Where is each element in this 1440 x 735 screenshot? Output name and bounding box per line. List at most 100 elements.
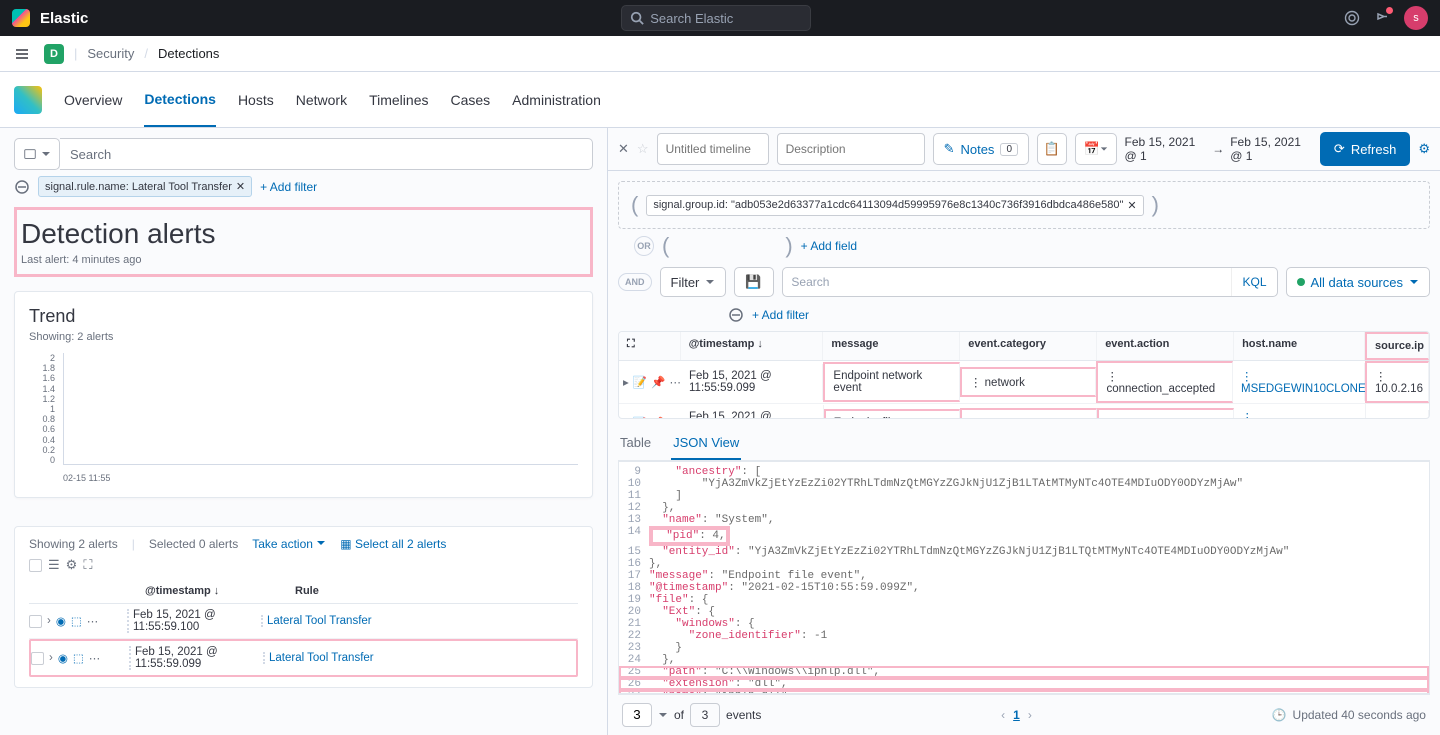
event-host-link[interactable]: ⋮ MSEDGEWIN10CLONE bbox=[1234, 404, 1366, 418]
col-action[interactable]: event.action bbox=[1097, 332, 1234, 360]
of-label: of bbox=[674, 708, 684, 722]
tab-administration[interactable]: Administration bbox=[512, 74, 601, 126]
pin-icon[interactable]: 📌 bbox=[651, 375, 665, 389]
analyze-icon[interactable]: ◉ bbox=[56, 614, 66, 628]
space-selector[interactable]: D bbox=[44, 44, 64, 64]
fullscreen-icon[interactable]: ⛶ bbox=[83, 557, 92, 573]
tab-network[interactable]: Network bbox=[296, 74, 347, 126]
event-row[interactable]: ▸📝📌⋯Feb 15, 2021 @ 11:55:59.099Endpoint … bbox=[619, 361, 1429, 404]
investigate-icon[interactable]: ⬚ bbox=[71, 614, 82, 628]
add-field-link[interactable]: + Add field bbox=[801, 239, 857, 253]
event-action: ⋮ creation bbox=[1097, 408, 1234, 418]
tab-timelines[interactable]: Timelines bbox=[369, 74, 428, 126]
filter-pill-rulename[interactable]: signal.rule.name: Lateral Tool Transfer✕ bbox=[38, 176, 252, 197]
close-icon[interactable]: ✕ bbox=[236, 180, 245, 193]
filter-dropdown[interactable]: Filter bbox=[660, 267, 727, 297]
add-filter-link[interactable]: + Add filter bbox=[260, 180, 317, 194]
refresh-button[interactable]: ⟳ Refresh bbox=[1320, 132, 1410, 166]
json-viewer[interactable]: 9 "ancestry": [10 "YjA3ZmVkZjEtYzEzZi02Y… bbox=[618, 461, 1430, 694]
query-pill-signal-group[interactable]: signal.group.id: "adb053e2d63377a1cdc641… bbox=[646, 195, 1143, 216]
tab-detections[interactable]: Detections bbox=[144, 73, 216, 127]
date-picker-toggle[interactable]: 📅 bbox=[1075, 133, 1117, 165]
view-tab-json[interactable]: JSON View bbox=[671, 427, 741, 460]
alert-row[interactable]: ›◉⬚⋯Feb 15, 2021 @ 11:55:59.100Lateral T… bbox=[29, 604, 578, 639]
take-action-dropdown[interactable]: Take action bbox=[252, 537, 326, 551]
data-sources-button[interactable]: All data sources bbox=[1286, 267, 1431, 297]
global-header: Elastic Search Elastic s bbox=[0, 0, 1440, 36]
filter-options-icon[interactable] bbox=[728, 307, 744, 323]
pager-next[interactable]: › bbox=[1028, 708, 1032, 722]
col-timestamp[interactable]: @timestamp ↓ bbox=[681, 332, 824, 360]
search-options-dropdown[interactable] bbox=[14, 138, 60, 170]
col-sourceip[interactable]: source.ip bbox=[1365, 332, 1429, 360]
pager-prev[interactable]: ‹ bbox=[1001, 708, 1005, 722]
nav-toggle-icon[interactable] bbox=[10, 42, 34, 66]
global-search[interactable]: Search Elastic bbox=[621, 5, 811, 31]
alert-rule-link[interactable]: Lateral Tool Transfer bbox=[261, 615, 372, 627]
event-row[interactable]: ▸📝📌⋯Feb 15, 2021 @ 11:55:59.099Endpoint … bbox=[619, 404, 1429, 418]
kql-search-input[interactable]: Search KQL bbox=[782, 267, 1277, 297]
close-icon[interactable]: ✕ bbox=[1127, 199, 1136, 212]
filter-options-icon[interactable] bbox=[14, 179, 30, 195]
view-tab-table[interactable]: Table bbox=[618, 427, 653, 460]
pager-current[interactable]: 1 bbox=[1013, 708, 1020, 722]
detail-view-tabs: Table JSON View bbox=[618, 427, 1430, 461]
alert-rule-link[interactable]: Lateral Tool Transfer bbox=[263, 652, 374, 664]
more-icon[interactable]: ⋯ bbox=[669, 416, 681, 418]
timeline-settings-icon[interactable]: ⚙ bbox=[1418, 141, 1430, 157]
settings-icon[interactable]: ⚙ bbox=[66, 557, 78, 573]
favorite-star-icon[interactable]: ☆ bbox=[637, 141, 649, 157]
event-category: ⋮ network bbox=[960, 367, 1097, 397]
breadcrumb-item[interactable]: Security bbox=[87, 46, 134, 61]
alert-row[interactable]: ›◉⬚⋯Feb 15, 2021 @ 11:55:59.099Lateral T… bbox=[29, 639, 578, 677]
kql-toggle[interactable]: KQL bbox=[1231, 268, 1276, 296]
more-icon[interactable]: ⋯ bbox=[669, 375, 681, 389]
page-size-input[interactable] bbox=[622, 703, 652, 727]
row-checkbox[interactable] bbox=[31, 652, 44, 665]
pin-icon[interactable]: 📌 bbox=[651, 416, 665, 418]
select-all-checkbox[interactable] bbox=[29, 559, 42, 572]
more-actions-icon[interactable]: ⋯ bbox=[87, 614, 99, 628]
more-actions-icon[interactable]: ⋯ bbox=[89, 651, 101, 665]
timeline-title-input[interactable] bbox=[657, 133, 769, 165]
timeline-add-filter-link[interactable]: + Add filter bbox=[752, 308, 809, 322]
expand-icon[interactable]: ▸ bbox=[623, 375, 629, 389]
query-input[interactable]: Search bbox=[60, 138, 593, 170]
expand-icon[interactable]: › bbox=[49, 652, 53, 664]
col-timestamp[interactable]: @timestamp ↓ bbox=[145, 585, 275, 597]
col-hostname[interactable]: host.name bbox=[1234, 332, 1365, 360]
col-message[interactable]: message bbox=[823, 332, 960, 360]
attach-timeline-icon[interactable]: 📋 bbox=[1037, 133, 1067, 165]
row-checkbox[interactable] bbox=[29, 615, 42, 628]
chevron-down-icon bbox=[316, 538, 326, 548]
notes-button[interactable]: ✎ Notes 0 bbox=[933, 133, 1029, 165]
col-actions[interactable]: ⛶ bbox=[619, 332, 681, 360]
notes-icon[interactable]: 📝 bbox=[633, 375, 647, 389]
expand-icon[interactable]: › bbox=[47, 615, 51, 627]
chevron-down-icon[interactable] bbox=[658, 710, 668, 720]
expand-icon[interactable]: ▸ bbox=[623, 416, 629, 418]
query-placeholder: Search bbox=[70, 147, 111, 162]
timeline-description-input[interactable] bbox=[777, 133, 925, 165]
user-avatar[interactable]: s bbox=[1404, 6, 1428, 30]
notes-icon[interactable]: 📝 bbox=[633, 416, 647, 418]
help-icon[interactable] bbox=[1344, 10, 1360, 26]
data-sources-label: All data sources bbox=[1311, 275, 1404, 290]
date-range-display[interactable]: Feb 15, 2021 @ 1 → Feb 15, 2021 @ 1 bbox=[1125, 135, 1312, 163]
tab-cases[interactable]: Cases bbox=[450, 74, 490, 126]
select-all-link[interactable]: ▦ Select all 2 alerts bbox=[340, 537, 446, 551]
col-rule[interactable]: Rule bbox=[295, 585, 319, 597]
saved-query-dropdown[interactable]: 💾 bbox=[734, 267, 774, 297]
investigate-icon[interactable]: ⬚ bbox=[73, 651, 84, 665]
tab-overview[interactable]: Overview bbox=[64, 74, 122, 126]
newsfeed-icon[interactable] bbox=[1374, 10, 1390, 26]
col-timestamp-label: @timestamp bbox=[145, 585, 211, 597]
list-view-icon[interactable]: ☰ bbox=[48, 557, 60, 573]
event-source-ip: ⋮ — bbox=[1366, 410, 1429, 418]
notes-count: 0 bbox=[1000, 143, 1018, 156]
tab-hosts[interactable]: Hosts bbox=[238, 74, 274, 126]
analyze-icon[interactable]: ◉ bbox=[58, 651, 68, 665]
col-category[interactable]: event.category bbox=[960, 332, 1097, 360]
close-timeline-icon[interactable]: ✕ bbox=[618, 141, 629, 157]
event-host-link[interactable]: ⋮ MSEDGEWIN10CLONE bbox=[1233, 363, 1365, 401]
